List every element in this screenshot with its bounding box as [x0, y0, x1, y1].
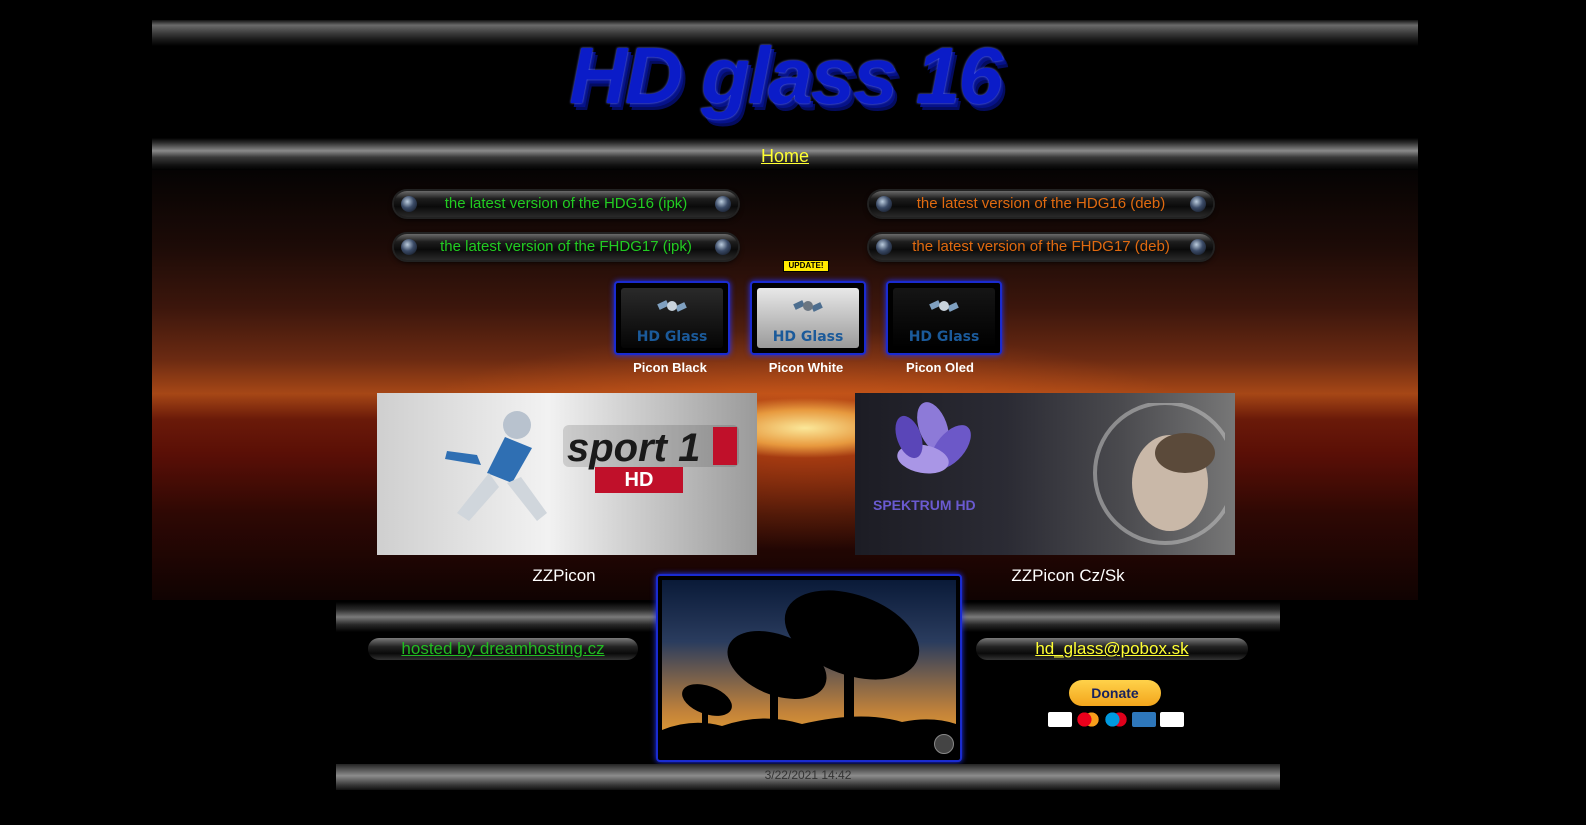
knob-icon [401, 196, 417, 212]
picon-image: HD Glass [621, 288, 723, 348]
knob-icon [715, 196, 731, 212]
satellite-icon [657, 300, 687, 312]
download-label: the latest version of the FHDG17 (ipk) [440, 238, 692, 255]
download-fhdg17-deb-button[interactable]: the latest version of the FHDG17 (deb) [869, 234, 1213, 260]
page-frame: HD glass 16 Home the latest version of t… [152, 0, 1418, 825]
hosting-link[interactable]: hosted by dreamhosting.cz [368, 638, 638, 660]
site-title: HD glass 16 [569, 31, 1003, 120]
hd-badge: HD [595, 467, 683, 493]
satellite-icon [793, 300, 823, 312]
picon-white-tile[interactable]: HD Glass [750, 281, 866, 355]
zzpicon-czsk-image[interactable]: SPEKTRUM HD [855, 393, 1235, 555]
knob-icon [876, 239, 892, 255]
knob-icon [876, 196, 892, 212]
picon-oled-tile[interactable]: HD Glass [886, 281, 1002, 355]
download-hdg16-deb-button[interactable]: the latest version of the HDG16 (deb) [869, 191, 1213, 217]
download-fhdg17-ipk-button[interactable]: the latest version of the FHDG17 (ipk) [394, 234, 738, 260]
dish-silhouette [662, 590, 956, 756]
visa-icon [1048, 712, 1072, 727]
footer-section: hosted by dreamhosting.cz hd_glass@pobox… [336, 574, 1280, 790]
satellite-icon [929, 300, 959, 312]
astronaut-image [1093, 403, 1225, 545]
picon-brand: HD Glass [908, 329, 980, 345]
download-label: the latest version of the HDG16 (deb) [916, 195, 1166, 212]
dish-photo [662, 580, 956, 756]
mastercard-icon [1076, 712, 1100, 727]
email-link[interactable]: hd_glass@pobox.sk [976, 638, 1248, 660]
picon-black-tile[interactable]: HD Glass [614, 281, 730, 355]
knob-icon [715, 239, 731, 255]
picon-brand: HD Glass [636, 329, 708, 345]
sport1-logo-text: sport 1 [567, 426, 700, 470]
update-badge: UPDATE! [783, 260, 829, 272]
download-label: the latest version of the FHDG17 (deb) [912, 238, 1170, 255]
knob-icon [1190, 239, 1206, 255]
picon-white-label[interactable]: Picon White [746, 360, 866, 375]
home-link[interactable]: Home [152, 146, 1418, 167]
donate-button[interactable]: Donate [1069, 680, 1161, 706]
payment-cards [1048, 712, 1184, 728]
zzpicon-image[interactable]: sport 1 HD [377, 393, 757, 555]
picon-image: HD Glass [757, 288, 859, 348]
satellite-dish-image[interactable] [656, 574, 962, 762]
spektrum-logo-text: SPEKTRUM HD [873, 497, 976, 513]
football-player-image [445, 411, 547, 521]
maestro-icon [1104, 712, 1128, 727]
download-label: the latest version of the HDG16 (ipk) [444, 195, 688, 212]
discover-icon [1160, 712, 1184, 727]
amex-icon [1132, 712, 1156, 727]
play-icon[interactable] [934, 734, 954, 754]
picon-image: HD Glass [893, 288, 995, 348]
knob-icon [1190, 196, 1206, 212]
picon-oled-label[interactable]: Picon Oled [880, 360, 1000, 375]
spektrum-logo [895, 402, 971, 474]
download-hdg16-ipk-button[interactable]: the latest version of the HDG16 (ipk) [394, 191, 738, 217]
last-updated-timestamp: 3/22/2021 14:42 [764, 768, 852, 782]
knob-icon [401, 239, 417, 255]
picon-black-label[interactable]: Picon Black [610, 360, 730, 375]
picon-brand: HD Glass [772, 329, 844, 345]
